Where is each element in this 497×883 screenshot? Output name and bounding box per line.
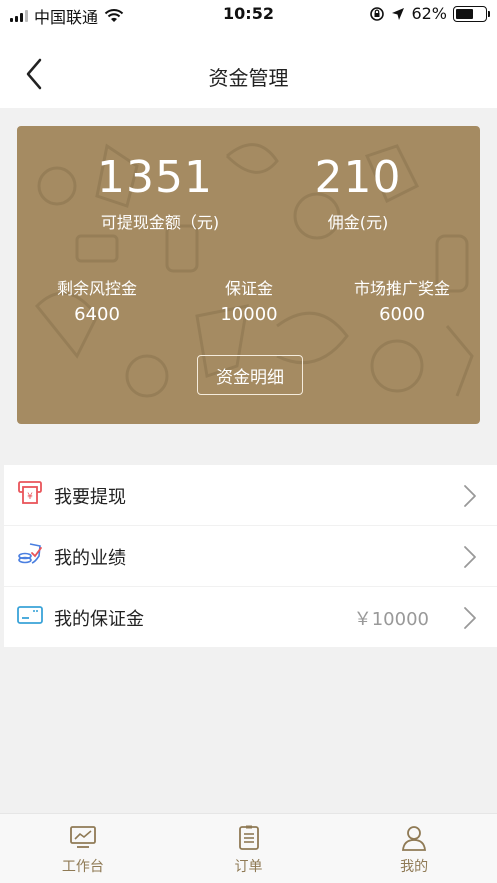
fund-detail-button[interactable]: 资金明细: [197, 355, 303, 395]
withdrawable-amount: 1351: [97, 152, 213, 203]
tab-bar: 工作台 订单 我的: [0, 813, 497, 883]
menu-list: ¥ 我要提现 我的业绩 我的保证金 ￥10000: [4, 465, 497, 648]
rotation-lock-icon: [370, 6, 385, 21]
chevron-right-icon: [464, 485, 476, 507]
stat-label-promotion-bonus: 市场推广奖金: [353, 279, 450, 298]
menu-label-performance: 我的业绩: [54, 548, 126, 569]
menu-label-deposit: 我的保证金: [54, 609, 144, 630]
commission-label: 佣金(元): [327, 213, 389, 232]
profile-icon: [402, 826, 427, 851]
performance-icon: [18, 543, 42, 564]
stat-value-deposit: 10000: [220, 304, 278, 325]
page-title: 资金管理: [208, 66, 289, 90]
order-list-icon: [238, 825, 259, 850]
status-right: 62%: [369, 4, 490, 23]
menu-item-withdraw[interactable]: ¥ 我要提现: [4, 465, 497, 525]
tab-workbench[interactable]: 工作台: [0, 814, 166, 883]
svg-text:¥: ¥: [27, 492, 33, 502]
menu-label-withdraw: 我要提现: [54, 487, 126, 508]
chevron-right-icon: [464, 607, 476, 629]
status-bar: 中国联通 10:52 62%: [0, 0, 497, 30]
tab-label-orders: 订单: [234, 859, 263, 875]
tab-label-workbench: 工作台: [61, 859, 104, 875]
tab-profile[interactable]: 我的: [331, 814, 497, 883]
fund-summary-card: 1351 可提现金额（元) 210 佣金(元) 剩余风控金 6400 保证金 1…: [17, 126, 480, 424]
tab-orders[interactable]: 订单: [166, 814, 332, 883]
menu-value-deposit: ￥10000: [353, 609, 429, 630]
menu-item-deposit[interactable]: 我的保证金 ￥10000: [4, 587, 497, 647]
stat-value-promotion-bonus: 6000: [379, 304, 425, 325]
location-icon: [392, 7, 405, 20]
workbench-icon: [69, 826, 96, 848]
stat-label-deposit: 保证金: [224, 279, 273, 298]
battery-percent: 62%: [411, 4, 447, 23]
stat-value-risk-fund: 6400: [74, 304, 120, 325]
deposit-card-icon: [17, 606, 43, 624]
battery-icon: [453, 5, 490, 22]
stat-label-risk-fund: 剩余风控金: [56, 279, 137, 298]
commission-amount: 210: [314, 152, 402, 203]
nav-bar: 资金管理: [0, 30, 497, 108]
withdrawable-label: 可提现金额（元): [100, 213, 220, 232]
menu-item-performance[interactable]: 我的业绩: [4, 526, 497, 586]
tab-label-profile: 我的: [400, 859, 429, 875]
withdraw-icon: ¥: [18, 481, 42, 504]
chevron-right-icon: [464, 546, 476, 568]
